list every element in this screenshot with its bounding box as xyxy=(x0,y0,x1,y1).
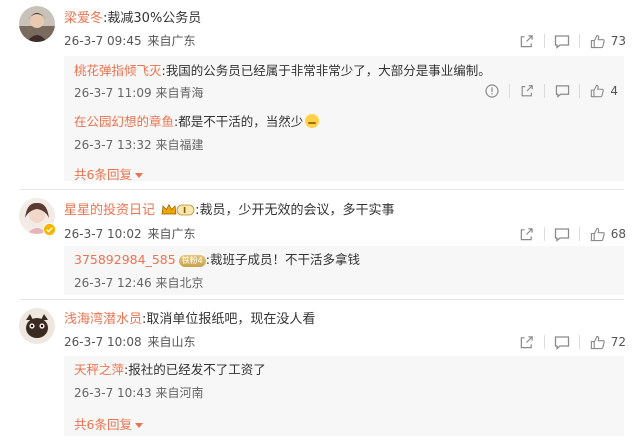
reply-meta: 26-3-7 12:46 来自北京 xyxy=(74,274,203,291)
share-icon xyxy=(520,34,533,47)
like-icon xyxy=(590,34,605,48)
comment-icon xyxy=(554,335,569,350)
share-button[interactable] xyxy=(510,227,544,242)
comment-item: 星星的投资日记 :裁员，少开无效的会议，多干实事 26-3-7 10:02 来自… xyxy=(0,190,640,298)
share-icon xyxy=(520,227,533,240)
reply-text: :都是不干活的，当然少 xyxy=(174,114,304,129)
more-replies-label: 共6条回复 xyxy=(74,417,132,432)
reply-time: 26-3-7 10:43 xyxy=(74,386,152,400)
comment-time: 26-3-7 09:45 xyxy=(64,34,142,48)
comment-button[interactable] xyxy=(545,34,579,49)
comment-source: 来自广东 xyxy=(147,34,196,48)
reply-text-line: 375892984_585 铁粉4:裁班子成员！不干活多拿钱 xyxy=(74,251,360,268)
reply-time: 26-3-7 12:46 xyxy=(74,276,152,290)
caret-down-icon xyxy=(134,173,143,178)
reply-text: :裁班子成员！不干活多拿钱 xyxy=(205,252,360,267)
comment-meta: 26-3-7 10:02 来自广东 xyxy=(64,226,195,242)
comment-icon xyxy=(554,34,569,49)
comment-icon xyxy=(554,227,569,242)
reply-source: 来自青海 xyxy=(155,86,204,100)
reply-actions: 4 xyxy=(475,81,624,101)
like-button[interactable]: 73 xyxy=(580,34,626,49)
reply-username[interactable]: 桃花弹指倾飞灭 xyxy=(74,63,162,78)
more-replies-label: 共6条回复 xyxy=(74,167,132,182)
avatar[interactable] xyxy=(19,6,55,42)
comment-actions: 73 xyxy=(510,31,626,51)
comment-meta: 26-3-7 09:45 来自广东 xyxy=(64,33,195,49)
avatar[interactable] xyxy=(19,308,55,344)
like-count: 68 xyxy=(610,227,626,241)
comment-source: 来自广东 xyxy=(147,227,196,241)
reply-meta: 26-3-7 11:09 来自青海 xyxy=(74,84,203,101)
more-replies-link[interactable]: 共6条回复 xyxy=(74,164,143,183)
like-count: 72 xyxy=(610,335,626,349)
comment-button[interactable] xyxy=(545,84,579,98)
like-icon xyxy=(590,227,605,241)
comment-item: 浅海湾潜水员:取消单位报纸吧，现在没人看 26-3-7 10:08 来自山东 7… xyxy=(0,300,640,446)
like-button[interactable]: 68 xyxy=(580,227,626,242)
reply-meta: 26-3-7 13:32 来自福建 xyxy=(74,136,203,153)
comment-username[interactable]: 星星的投资日记 xyxy=(64,203,155,218)
like-button[interactable]: 4 xyxy=(580,84,624,98)
comment-time: 26-3-7 10:08 xyxy=(64,335,142,349)
comment-item: 梁爱冬:裁减30%公务员 26-3-7 09:45 来自广东 73 桃花弹指倾飞… xyxy=(0,0,640,190)
reply-text: :我国的公务员已经属于非常非常少了，大部分是事业编制。 xyxy=(161,63,491,78)
comment-text: :取消单位报纸吧，现在没人看 xyxy=(142,312,316,327)
comment-source: 来自山东 xyxy=(147,335,196,349)
reply-time: 26-3-7 11:09 xyxy=(74,86,152,100)
share-button[interactable] xyxy=(510,34,544,49)
reply-username[interactable]: 在公园幻想的章鱼 xyxy=(74,114,174,129)
share-button[interactable] xyxy=(510,84,544,98)
like-count: 4 xyxy=(610,84,618,98)
comment-actions: 68 xyxy=(510,224,626,244)
comment-actions: 72 xyxy=(510,332,626,352)
comment-time: 26-3-7 10:02 xyxy=(64,227,142,241)
reply-username[interactable]: 375892984_585 xyxy=(74,252,176,267)
reply-time: 26-3-7 13:32 xyxy=(74,138,152,152)
reply-username[interactable]: 天秤之萍 xyxy=(74,362,124,377)
comment-text-line: 梁爱冬:裁减30%公务员 xyxy=(64,10,201,28)
reply-source: 来自北京 xyxy=(155,276,204,290)
comment-username[interactable]: 浅海湾潜水员 xyxy=(64,312,142,327)
comment-text: :裁减30%公务员 xyxy=(103,11,202,26)
like-count: 73 xyxy=(610,34,626,48)
comment-meta: 26-3-7 10:08 来自山东 xyxy=(64,334,195,350)
reply-box: 375892984_585 铁粉4:裁班子成员！不干活多拿钱 26-3-7 12:… xyxy=(64,246,624,295)
like-icon xyxy=(591,84,605,98)
comment-icon xyxy=(555,85,570,98)
like-button[interactable]: 72 xyxy=(580,335,626,350)
share-button[interactable] xyxy=(510,335,544,350)
reply-text: :报社的已经发不了工资了 xyxy=(124,362,266,377)
grin-emoji-icon xyxy=(305,114,320,128)
report-icon xyxy=(485,84,499,98)
reply-text-line: 在公园幻想的章鱼:都是不干活的，当然少 xyxy=(74,113,320,130)
comment-text-line: 浅海湾潜水员:取消单位报纸吧，现在没人看 xyxy=(64,311,315,329)
comment-button[interactable] xyxy=(545,335,579,350)
comment-button[interactable] xyxy=(545,227,579,242)
more-replies-link[interactable]: 共6条回复 xyxy=(74,414,143,433)
comment-text-line: 星星的投资日记 :裁员，少开无效的会议，多干实事 xyxy=(64,202,395,220)
report-button[interactable] xyxy=(475,84,509,98)
reply-source: 来自福建 xyxy=(155,138,204,152)
comment-username[interactable]: 梁爱冬 xyxy=(64,11,103,26)
verified-icon xyxy=(43,223,56,236)
vip-crown-badge-icon xyxy=(161,203,195,216)
like-icon xyxy=(590,335,605,349)
share-icon xyxy=(521,85,534,97)
reply-text-line: 桃花弹指倾飞灭:我国的公务员已经属于非常非常少了，大部分是事业编制。 xyxy=(74,62,491,79)
reply-text-line: 天秤之萍:报社的已经发不了工资了 xyxy=(74,361,266,378)
reply-box: 天秤之萍:报社的已经发不了工资了 26-3-7 10:43 来自河南 共6条回复 xyxy=(64,356,624,436)
reply-source: 来自河南 xyxy=(155,386,204,400)
share-icon xyxy=(520,335,533,348)
caret-down-icon xyxy=(134,423,143,428)
comment-text: :裁员，少开无效的会议，多干实事 xyxy=(195,203,395,218)
fan-badge: 铁粉4 xyxy=(178,255,206,267)
reply-box: 桃花弹指倾飞灭:我国的公务员已经属于非常非常少了，大部分是事业编制。 26-3-… xyxy=(64,56,624,183)
reply-meta: 26-3-7 10:43 来自河南 xyxy=(74,384,203,401)
